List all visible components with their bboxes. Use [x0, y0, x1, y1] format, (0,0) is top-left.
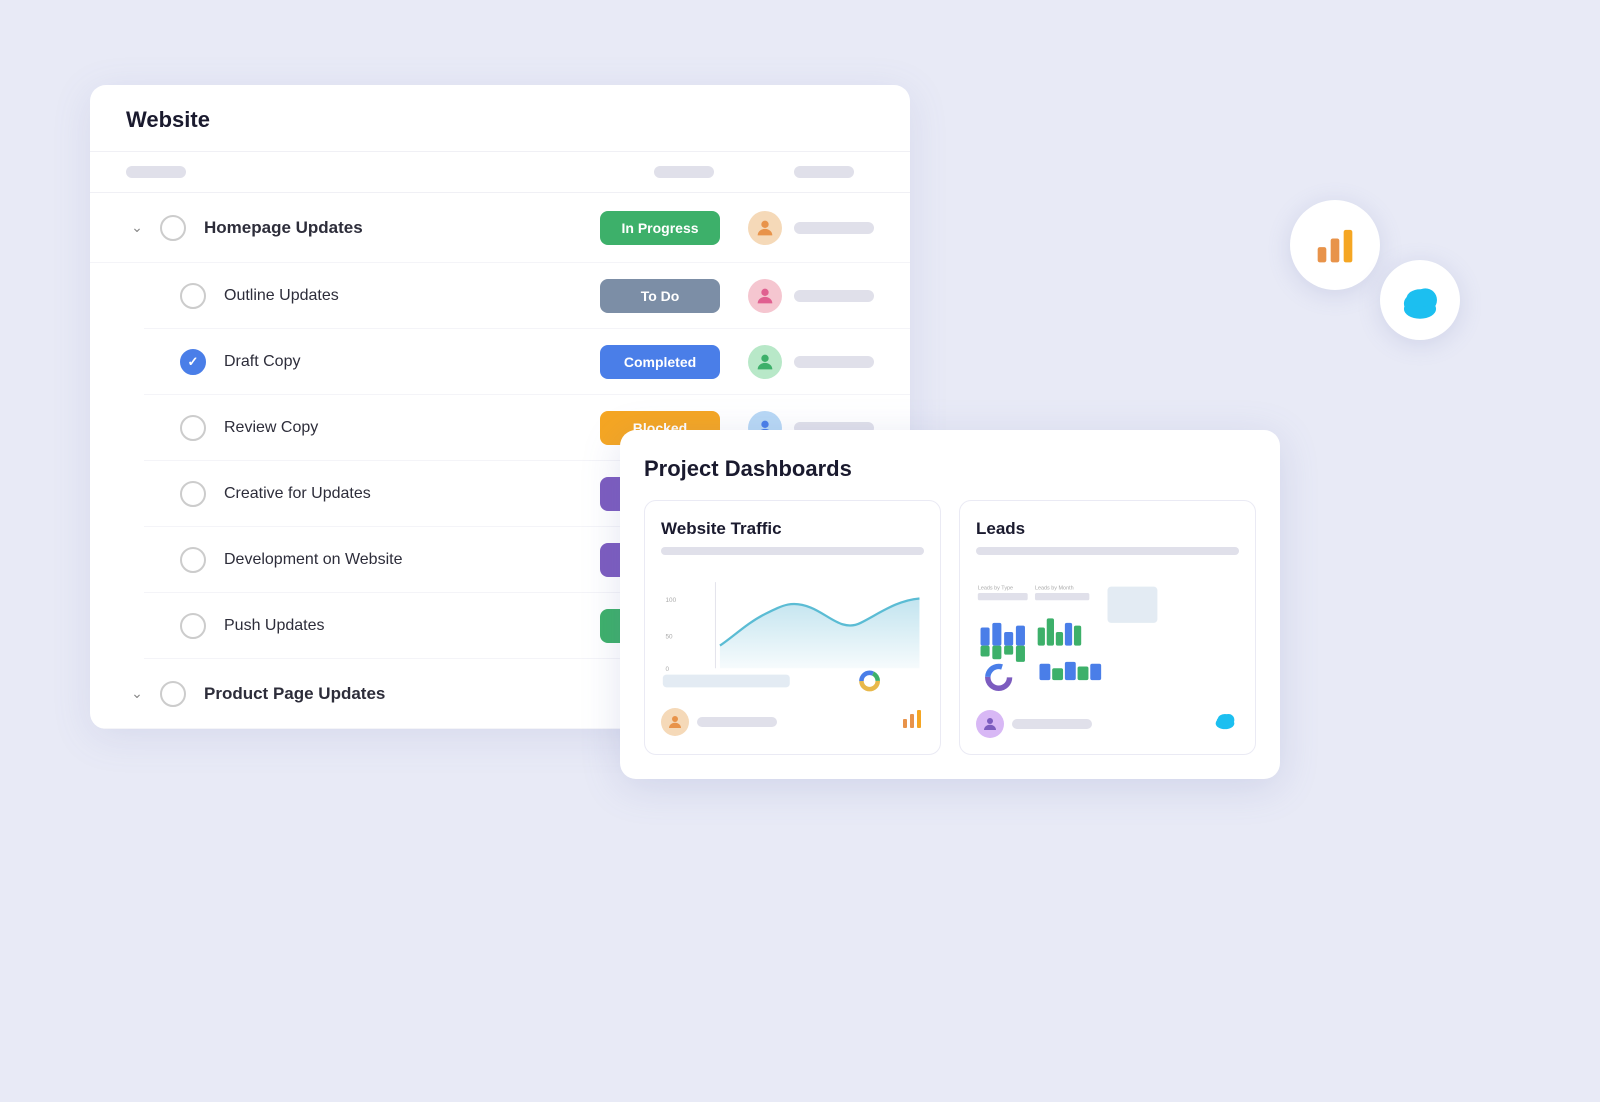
task-name-creative: Creative for Updates: [224, 485, 600, 503]
task-name-development: Development on Website: [224, 551, 600, 569]
traffic-chart: 100 50 0: [661, 567, 924, 697]
dash-card-leads: Leads Leads by Type Leads by Month: [959, 500, 1256, 755]
task-checkbox[interactable]: [180, 613, 206, 639]
status-badge-todo[interactable]: To Do: [600, 279, 720, 313]
floating-chart-icon: [1290, 200, 1380, 290]
svg-text:0: 0: [666, 666, 670, 673]
dashboard-title: Project Dashboards: [644, 456, 1256, 482]
avatar: [748, 211, 782, 245]
row-bar: [794, 356, 874, 368]
dash-card-traffic: Website Traffic: [644, 500, 941, 755]
task-checkbox[interactable]: [180, 415, 206, 441]
svg-text:Leads by Type: Leads by Type: [978, 585, 1013, 591]
dash-footer-leads: [976, 707, 1239, 740]
dashboard-panel: Project Dashboards Website Traffic: [620, 430, 1280, 779]
task-checkbox[interactable]: [180, 547, 206, 573]
task-checkbox[interactable]: [180, 481, 206, 507]
chevron-down-icon[interactable]: ⌄: [126, 217, 148, 239]
dashboard-cards: Website Traffic: [644, 500, 1256, 755]
row-bar: [794, 222, 874, 234]
floating-cloud-icon: [1380, 260, 1460, 340]
dash-card-title-traffic: Website Traffic: [661, 519, 924, 539]
avatar: [661, 708, 689, 736]
column-headers: [90, 152, 910, 193]
task-checkbox-checked[interactable]: [180, 349, 206, 375]
svg-text:Leads by Month: Leads by Month: [1035, 585, 1074, 591]
task-name-draft: Draft Copy: [224, 353, 600, 371]
dash-card-bar2: [976, 547, 1239, 555]
table-row[interactable]: ⌄ Homepage Updates In Progress: [90, 193, 910, 263]
task-name-push: Push Updates: [224, 617, 600, 635]
chart-icon: [900, 707, 924, 736]
svg-text:100: 100: [666, 597, 677, 604]
status-badge-completed[interactable]: Completed: [600, 345, 720, 379]
task-checkbox[interactable]: [160, 681, 186, 707]
leads-chart: Leads by Type Leads by Month: [976, 567, 1239, 697]
dash-footer-bar2: [1012, 719, 1092, 729]
dash-card-title-leads: Leads: [976, 519, 1239, 539]
table-row[interactable]: Draft Copy Completed: [144, 329, 910, 395]
task-name-homepage: Homepage Updates: [204, 218, 600, 238]
table-row[interactable]: Outline Updates To Do: [144, 263, 910, 329]
dash-footer-avatar-area: [661, 708, 777, 736]
task-panel-title: Website: [126, 107, 210, 132]
task-panel-header: Website: [90, 85, 910, 152]
col-header-3: [794, 166, 854, 178]
chevron-down-icon[interactable]: ⌄: [126, 683, 148, 705]
row-bar: [794, 290, 874, 302]
status-badge-inprogress[interactable]: In Progress: [600, 211, 720, 245]
cloud-icon: [1211, 707, 1239, 740]
dash-footer-avatar-area2: [976, 710, 1092, 738]
task-checkbox[interactable]: [180, 283, 206, 309]
col-header-1: [126, 166, 186, 178]
dash-footer-bar: [697, 717, 777, 727]
dash-card-bar: [661, 547, 924, 555]
avatar: [748, 279, 782, 313]
task-name-outline: Outline Updates: [224, 287, 600, 305]
avatar: [976, 710, 1004, 738]
task-name-review: Review Copy: [224, 419, 600, 437]
dash-footer-traffic: [661, 707, 924, 736]
avatar: [748, 345, 782, 379]
svg-text:50: 50: [666, 633, 674, 640]
col-header-2: [654, 166, 714, 178]
task-checkbox[interactable]: [160, 215, 186, 241]
